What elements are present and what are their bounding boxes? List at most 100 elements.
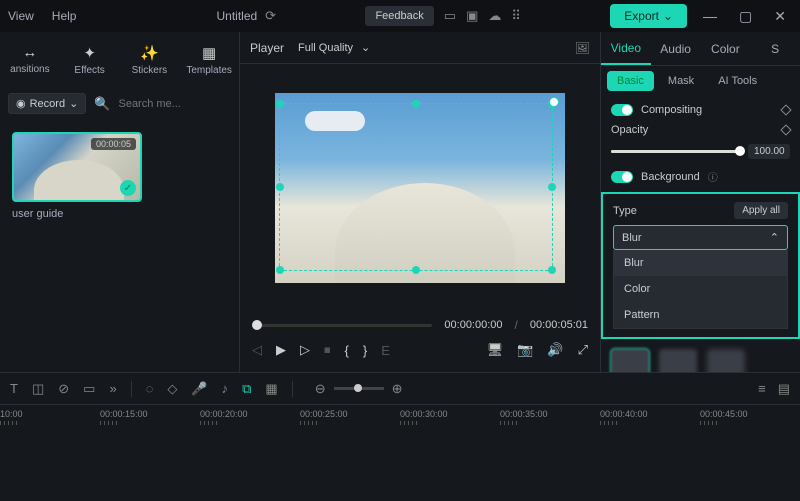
keyframe-diamond-icon[interactable] xyxy=(780,124,791,135)
blur-option-40[interactable]: 40% xyxy=(659,349,697,372)
handle-left-mid[interactable] xyxy=(276,183,284,191)
player-panel: Player Full Quality⌄ 🖼 xyxy=(240,32,600,372)
compositing-toggle[interactable] xyxy=(611,104,633,116)
clip-thumbnail: 00:00:05 ✓ xyxy=(12,132,142,202)
type-select[interactable]: Blur ⌃ xyxy=(613,225,788,250)
text-tool-icon[interactable]: T xyxy=(10,381,18,396)
handle-bot-left[interactable] xyxy=(276,266,284,274)
selection-box[interactable] xyxy=(279,103,553,271)
zoom-out-icon[interactable]: ⊖ xyxy=(315,381,326,397)
left-panel: ↔ansitions ✦Effects ✨Stickers ▦Templates… xyxy=(0,32,240,372)
quality-dropdown[interactable]: Full Quality⌄ xyxy=(298,41,370,54)
stop-icon[interactable]: ⏹ xyxy=(324,342,331,358)
window-maximize[interactable]: ▢ xyxy=(733,8,758,25)
video-preview[interactable] xyxy=(275,93,565,283)
player-bar: Player Full Quality⌄ 🖼 xyxy=(240,32,600,64)
menu-view[interactable]: View xyxy=(8,9,34,23)
mic-icon[interactable]: 🎤 xyxy=(191,381,207,397)
fullscreen-icon[interactable]: ⤢ xyxy=(578,342,588,358)
handle-bot-right[interactable] xyxy=(548,266,556,274)
music-icon[interactable]: ♪ xyxy=(222,381,229,396)
scrub-track[interactable] xyxy=(252,324,432,327)
device-icon[interactable]: ▭ xyxy=(444,8,456,24)
cloud-icon[interactable]: ☁ xyxy=(488,8,501,24)
option-blur[interactable]: Blur xyxy=(614,250,787,276)
handle-right-mid[interactable] xyxy=(548,183,556,191)
crop-tool-icon[interactable]: ◫ xyxy=(32,381,44,397)
help-icon[interactable]: ⓘ xyxy=(708,169,718,184)
tab-audio[interactable]: Audio xyxy=(651,32,701,65)
subtab-basic[interactable]: Basic xyxy=(607,71,654,91)
mark-in-icon[interactable]: { xyxy=(345,343,349,358)
scrub-handle[interactable] xyxy=(252,320,262,330)
shield-icon[interactable]: ◇ xyxy=(167,381,177,397)
blur-option-20[interactable]: 20% xyxy=(611,349,649,372)
project-title-text: Untitled xyxy=(216,9,257,23)
tab-color[interactable]: Color xyxy=(701,32,751,65)
tab-overflow[interactable]: S xyxy=(750,32,800,65)
export-button[interactable]: Export ⌄ xyxy=(610,4,687,28)
next-frame-icon[interactable]: ▷ xyxy=(300,342,310,358)
adjust-tool-icon[interactable]: ▭ xyxy=(83,381,95,397)
clock-icon[interactable]: ⟳ xyxy=(265,8,276,24)
play-icon[interactable]: ▶ xyxy=(276,342,286,358)
handle-top-left[interactable] xyxy=(276,100,284,108)
option-pattern[interactable]: Pattern xyxy=(614,302,787,328)
tab-transitions[interactable]: ↔ansitions xyxy=(0,32,60,87)
timeline-ruler[interactable]: 10:00 00:00:15:00 00:00:20:00 00:00:25:0… xyxy=(0,405,800,437)
qr-icon[interactable]: ⠿ xyxy=(511,8,521,24)
screen-icon[interactable]: ▣ xyxy=(466,8,478,24)
background-section: Type Apply all Blur ⌃ Blur Color Pattern xyxy=(601,192,800,339)
tab-video[interactable]: Video xyxy=(601,32,651,65)
layer-icon[interactable]: ▦ xyxy=(265,381,277,397)
slider-handle[interactable] xyxy=(354,384,362,392)
apply-all-button[interactable]: Apply all xyxy=(734,202,788,219)
timeline-panel: T ◫ ⊘ ▭ » ◌ ◇ 🎤 ♪ ⧉ ▦ ⊖ ⊕ ≡ ▤ 10:00 00:0… xyxy=(0,372,800,501)
rotate-handle[interactable] xyxy=(549,97,559,107)
timeline-toolbar: T ◫ ⊘ ▭ » ◌ ◇ 🎤 ♪ ⧉ ▦ ⊖ ⊕ ≡ ▤ xyxy=(0,373,800,405)
handle-bot-mid[interactable] xyxy=(412,266,420,274)
camera-icon[interactable]: 📷 xyxy=(517,342,533,358)
zoom-in-icon[interactable]: ⊕ xyxy=(392,381,403,397)
opacity-slider[interactable] xyxy=(611,150,740,153)
marker-icon[interactable]: ◌ xyxy=(146,381,154,396)
blur-option-60[interactable]: 60% xyxy=(707,349,745,372)
subtab-mask[interactable]: Mask xyxy=(658,71,704,91)
subtab-ai-tools[interactable]: AI Tools xyxy=(708,71,767,91)
keyframe-diamond-icon[interactable] xyxy=(780,104,791,115)
display-icon[interactable]: 🖥 xyxy=(487,342,504,358)
volume-icon[interactable]: 🔊 xyxy=(547,342,563,358)
feedback-button[interactable]: Feedback xyxy=(365,6,433,26)
type-dropdown: Blur Color Pattern xyxy=(613,250,788,329)
tab-templates[interactable]: ▦Templates xyxy=(179,32,239,87)
prev-frame-icon[interactable]: ◁ xyxy=(252,342,262,358)
stickers-icon: ✨ xyxy=(140,44,159,62)
tab-stickers[interactable]: ✨Stickers xyxy=(120,32,180,87)
tracklist-icon[interactable]: ≡ xyxy=(758,381,766,397)
chevron-up-icon: ⌃ xyxy=(770,231,779,244)
background-toggle[interactable] xyxy=(611,171,633,183)
text-icon[interactable]: E xyxy=(381,343,390,358)
menu-help[interactable]: Help xyxy=(52,9,77,23)
tab-effects[interactable]: ✦Effects xyxy=(60,32,120,87)
opacity-value[interactable]: 100.00 xyxy=(748,144,790,159)
mark-out-icon[interactable]: } xyxy=(363,343,367,358)
scrubber-row: 00:00:00:00 / 00:00:05:01 xyxy=(252,318,588,332)
option-color[interactable]: Color xyxy=(614,276,787,302)
window-minimize[interactable]: — xyxy=(697,8,723,24)
opacity-label: Opacity xyxy=(611,124,648,136)
check-icon: ✓ xyxy=(120,180,136,196)
grid-icon[interactable]: ▤ xyxy=(778,381,790,397)
more-tools-icon[interactable]: » xyxy=(109,381,116,396)
player-controls: ◁ ▶ ▷ ⏹ { } E 🖥 📷 🔊 ⤢ xyxy=(252,342,588,358)
window-close[interactable]: ✕ xyxy=(768,8,792,25)
handle-top-mid[interactable] xyxy=(412,100,420,108)
zoom-slider[interactable] xyxy=(334,387,384,390)
snapshot-icon[interactable]: 🖼 xyxy=(575,41,590,55)
slider-handle[interactable] xyxy=(735,146,745,156)
chevron-down-icon: ⌄ xyxy=(361,41,370,54)
magnet-icon[interactable]: ⧉ xyxy=(242,381,251,397)
record-button[interactable]: ◉Record ⌄ xyxy=(8,93,86,114)
media-clip[interactable]: 00:00:05 ✓ user guide xyxy=(12,132,142,220)
speed-tool-icon[interactable]: ⊘ xyxy=(58,381,69,397)
